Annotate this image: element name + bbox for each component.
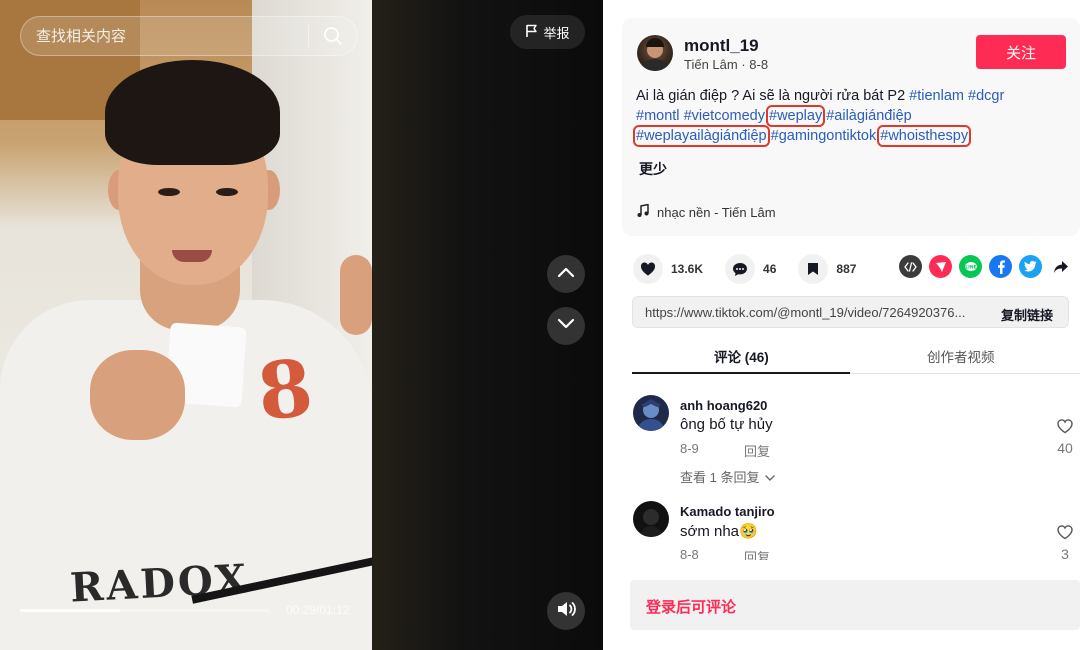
shirt-print-number: 8	[253, 342, 317, 439]
comment-date: 8-8	[680, 547, 699, 560]
like-stat[interactable]: 13.6K	[633, 254, 703, 284]
comment-text: ông bố tự hủy	[680, 416, 773, 433]
copy-link-button[interactable]: 复制链接	[1001, 305, 1053, 324]
search-icon[interactable]	[309, 17, 357, 55]
share-buttons: LINE	[899, 255, 1072, 278]
active-tab-indicator	[632, 372, 850, 374]
save-count: 887	[836, 262, 857, 276]
facebook-icon[interactable]	[989, 255, 1012, 278]
detail-panel: montl_19 Tiến Lâm · 8-8 关注 Ai là gián đi…	[603, 0, 1080, 650]
report-label: 举报	[543, 25, 570, 41]
tab-comments[interactable]: 评论 (46)	[714, 346, 769, 366]
share-arrow-icon[interactable]	[1049, 255, 1072, 278]
video-time: 00:29/01:12	[286, 603, 350, 617]
chevron-down-icon	[557, 317, 575, 335]
commenter-name[interactable]: anh hoang620	[680, 398, 767, 413]
video-link[interactable]: https://www.tiktok.com/@montl_19/video/7…	[645, 305, 985, 320]
video-progress-fill	[20, 609, 120, 612]
video-frame[interactable]: 8 RADOX	[0, 0, 372, 650]
video-description: Ai là gián điệp ? Ai sẽ là người rửa bát…	[633, 86, 1066, 147]
flag-icon	[525, 24, 538, 41]
comment-like-count: 40	[1057, 440, 1073, 456]
next-video-button[interactable]	[547, 307, 585, 345]
reply-button[interactable]: 回复	[744, 547, 770, 560]
comment-icon[interactable]	[725, 254, 756, 284]
hashtag[interactable]: #montl	[636, 108, 680, 124]
volume-button[interactable]	[547, 592, 585, 630]
hashtag[interactable]: #gamingontiktok	[771, 128, 877, 144]
reply-button[interactable]: 回复	[744, 441, 770, 460]
comment-item: anh hoang620 ông bố tự hủy 8-9 回复 查看 1 条…	[632, 378, 1080, 485]
author-name[interactable]: montl_19	[684, 36, 759, 56]
hand	[90, 350, 185, 440]
chevron-up-icon	[557, 265, 575, 283]
description-text: Ai là gián điệp ? Ai sẽ là người rửa bát…	[636, 88, 906, 104]
report-button[interactable]: 举报	[510, 15, 585, 49]
panel-tabs: 评论 (46) 创作者视频	[632, 336, 1080, 374]
hair	[105, 60, 280, 165]
heart-outline-icon[interactable]	[1056, 525, 1074, 544]
show-less-button[interactable]: 更少	[639, 159, 667, 179]
author-subtitle: Tiến Lâm · 8-8	[684, 57, 769, 72]
comment-date: 8-9	[680, 441, 699, 456]
send-to-friends-icon[interactable]	[929, 255, 952, 278]
video-progress-bar[interactable]	[20, 609, 270, 612]
save-stat[interactable]: 887	[798, 254, 856, 284]
eye-right	[216, 188, 238, 196]
hashtag[interactable]: #vietcomedy	[684, 108, 765, 124]
search-input[interactable]	[21, 17, 308, 55]
like-count: 13.6K	[671, 262, 704, 276]
comment-text: sớm nha🥹	[680, 523, 758, 540]
tab-creator-videos[interactable]: 创作者视频	[927, 346, 995, 366]
video-area[interactable]: 8 RADOX 举报	[0, 0, 603, 650]
comment-item: Kamado tanjiro sớm nha🥹 8-8 回复 3	[632, 484, 1080, 560]
previous-video-button[interactable]	[547, 255, 585, 293]
comment-like-count: 3	[1061, 546, 1069, 560]
engagement-stats: 13.6K 46 887	[633, 254, 878, 284]
share-link-box: https://www.tiktok.com/@montl_19/video/7…	[632, 296, 1069, 328]
bookmark-icon[interactable]	[798, 254, 829, 284]
hashtag-highlighted[interactable]: #weplayailàgiánđiệp	[633, 125, 770, 147]
heart-icon[interactable]	[633, 254, 663, 284]
commenter-avatar[interactable]	[633, 501, 669, 537]
svg-text:LINE: LINE	[965, 264, 976, 270]
music-note-icon	[637, 203, 649, 221]
search-box[interactable]	[20, 16, 358, 56]
comment-like[interactable]: 3	[1050, 524, 1080, 560]
comment-stat[interactable]: 46	[725, 254, 776, 284]
video-info-card: montl_19 Tiến Lâm · 8-8 关注 Ai là gián đi…	[622, 18, 1080, 236]
heart-outline-icon[interactable]	[1056, 419, 1074, 438]
eye-left	[158, 188, 180, 196]
music-title: nhạc nền - Tiến Lâm	[657, 205, 776, 220]
comment-like[interactable]: 40	[1050, 418, 1080, 456]
commenter-avatar[interactable]	[633, 395, 669, 431]
comment-list[interactable]: anh hoang620 ông bố tự hủy 8-9 回复 查看 1 条…	[632, 378, 1080, 560]
hashtag-highlighted[interactable]: #whoisthespy	[877, 125, 972, 147]
mouth	[172, 250, 212, 262]
thumb	[340, 255, 372, 335]
hashtag[interactable]: #dcgr	[968, 88, 1004, 104]
twitter-icon[interactable]	[1019, 255, 1042, 278]
hashtag-highlighted[interactable]: #weplay	[765, 105, 826, 127]
hashtag[interactable]: #ailàgiánđiệp	[826, 108, 911, 124]
comment-count: 46	[763, 262, 777, 276]
comment-login-bar[interactable]: 登录后可评论	[630, 580, 1080, 630]
embed-icon[interactable]	[899, 255, 922, 278]
follow-button[interactable]: 关注	[976, 35, 1066, 69]
volume-icon	[556, 600, 576, 623]
author-avatar[interactable]	[637, 35, 673, 71]
line-icon[interactable]: LINE	[959, 255, 982, 278]
hashtag[interactable]: #tienlam	[909, 88, 964, 104]
commenter-name[interactable]: Kamado tanjiro	[680, 504, 775, 519]
chevron-down-icon	[765, 469, 776, 484]
music-link[interactable]: nhạc nền - Tiến Lâm	[637, 203, 776, 221]
login-to-comment-link[interactable]: 登录后可评论	[646, 596, 736, 617]
shirt-print-text: RADOX	[68, 555, 251, 612]
